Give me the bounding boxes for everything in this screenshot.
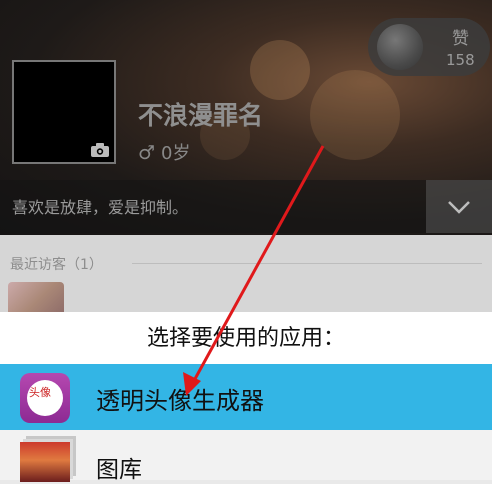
profile-motto-bar: 喜欢是放肆，爱是抑制。 xyxy=(0,180,426,233)
app-option-label: 透明头像生成器 xyxy=(96,387,264,415)
profile-avatar[interactable] xyxy=(12,60,116,164)
app-option-gallery[interactable]: 图库 xyxy=(0,430,492,483)
profile-header: 不浪漫罪名 ♂ 0岁 赞 158 喜欢是放肆，爱是抑制。 xyxy=(0,0,492,235)
divider xyxy=(132,263,482,264)
male-icon: ♂ xyxy=(138,142,156,164)
profile-name: 不浪漫罪名 xyxy=(138,101,264,130)
camera-icon xyxy=(91,143,109,157)
bokeh-light xyxy=(250,40,310,100)
avatar-maker-icon-text: 头像 xyxy=(29,386,51,399)
bokeh-light xyxy=(310,70,400,160)
like-knob xyxy=(377,24,423,70)
chevron-down-icon xyxy=(448,200,470,214)
avatar-maker-icon: 头像 xyxy=(20,373,70,423)
app-option-avatar-maker[interactable]: 头像 透明头像生成器 xyxy=(0,364,492,430)
dialog-title: 选择要使用的应用： xyxy=(146,326,345,351)
profile-age: 0岁 xyxy=(161,143,191,164)
like-label: 赞 xyxy=(452,29,469,49)
profile-gender-age: ♂ 0岁 xyxy=(138,139,191,165)
like-toggle[interactable]: 赞 158 xyxy=(368,18,490,76)
profile-motto: 喜欢是放肆，爱是抑制。 xyxy=(12,198,189,217)
like-count: 158 xyxy=(446,51,475,69)
recent-visitors-title: 最近访客（1） xyxy=(10,257,103,273)
gallery-icon xyxy=(20,442,70,482)
app-option-label: 图库 xyxy=(96,457,142,483)
expand-button[interactable] xyxy=(426,180,492,233)
